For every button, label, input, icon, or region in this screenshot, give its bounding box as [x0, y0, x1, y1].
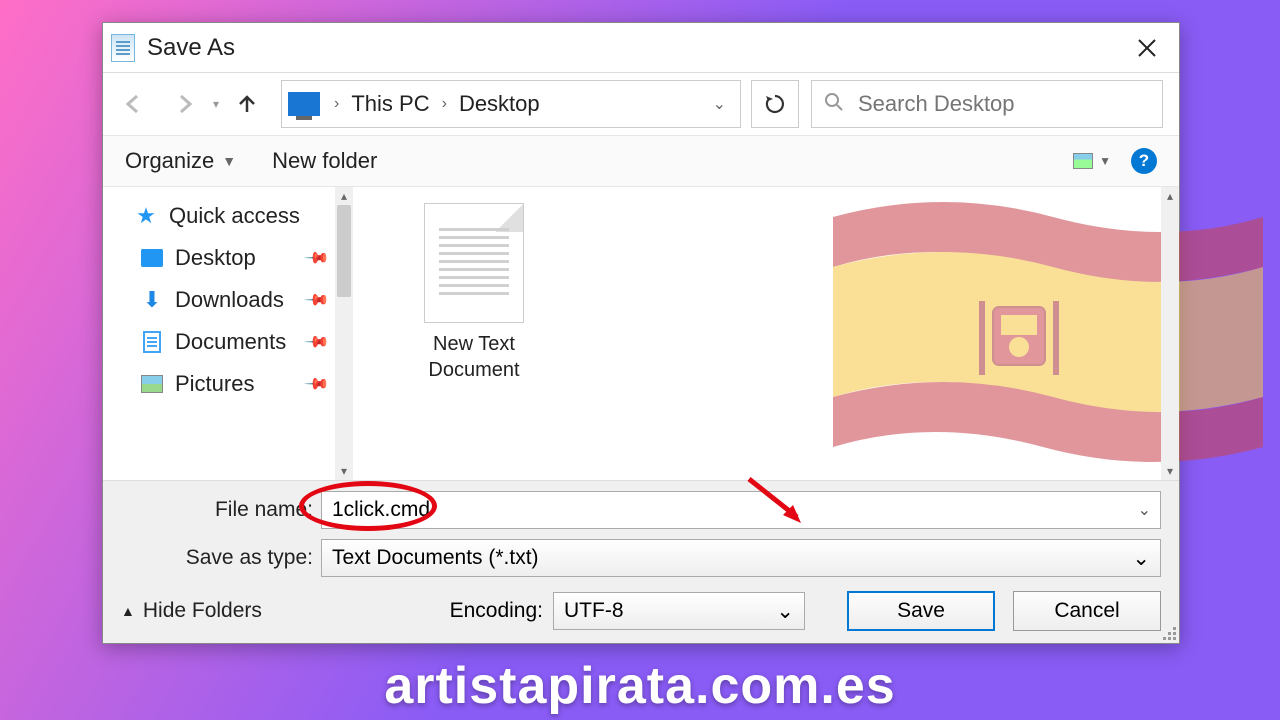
view-button[interactable]: ▼ [1073, 153, 1111, 169]
encoding-select[interactable]: UTF-8 ⌄ [553, 592, 805, 630]
arrow-up-icon [235, 92, 259, 116]
view-icon [1073, 153, 1093, 169]
forward-button[interactable] [161, 80, 209, 128]
sidebar-scrollbar[interactable]: ▴ ▾ [335, 187, 353, 480]
chevron-down-icon: ⌄ [776, 599, 794, 624]
documents-icon [141, 331, 163, 353]
refresh-button[interactable] [751, 80, 799, 128]
sidebar-item-downloads[interactable]: ⬇ Downloads 📌 [103, 279, 353, 321]
organize-button[interactable]: Organize▼ [125, 148, 236, 174]
breadcrumb[interactable]: › This PC › Desktop ⌄ [281, 80, 741, 128]
save-button[interactable]: Save [847, 591, 995, 631]
refresh-icon [764, 93, 786, 115]
notepad-icon [111, 34, 135, 62]
nav-row: ▾ › This PC › Desktop ⌄ [103, 73, 1179, 135]
chevron-down-icon: ▼ [1099, 154, 1111, 168]
sidebar: ★ Quick access Desktop 📌 ⬇ Downloads 📌 D… [103, 187, 353, 480]
arrow-right-icon [173, 92, 197, 116]
spain-flag-overlay [823, 177, 1273, 487]
toolbar: Organize▼ New folder ▼ ? [103, 135, 1179, 187]
chevron-down-icon[interactable]: ⌄ [699, 94, 740, 114]
save-as-dialog: Save As ▾ › This PC › Desktop ⌄ Organiz [102, 22, 1180, 644]
hide-folders-button[interactable]: ▲ Hide Folders [121, 599, 262, 623]
titlebar: Save As [103, 23, 1179, 73]
text-file-icon [424, 203, 524, 323]
up-button[interactable] [223, 80, 271, 128]
history-chevron-icon[interactable]: ▾ [213, 97, 219, 111]
pin-icon: 📌 [303, 328, 331, 356]
breadcrumb-root[interactable]: This PC [347, 91, 433, 117]
close-icon [1137, 38, 1157, 58]
dialog-title: Save As [147, 34, 235, 62]
chevron-down-icon: ⌄ [1132, 546, 1150, 571]
sidebar-item-desktop[interactable]: Desktop 📌 [103, 237, 353, 279]
pictures-icon [141, 373, 163, 395]
content-area: ★ Quick access Desktop 📌 ⬇ Downloads 📌 D… [103, 187, 1179, 480]
save-type-row: Save as type: Text Documents (*.txt) ⌄ [121, 539, 1161, 577]
breadcrumb-folder[interactable]: Desktop [455, 91, 544, 117]
chevron-up-icon: ▲ [121, 603, 135, 619]
pin-icon: 📌 [303, 370, 331, 398]
save-type-label: Save as type: [121, 546, 321, 570]
close-button[interactable] [1123, 24, 1171, 72]
back-button[interactable] [109, 80, 157, 128]
encoding-label: Encoding: [450, 599, 543, 623]
resize-grip[interactable] [1161, 625, 1177, 641]
file-name-input[interactable] [321, 491, 1161, 529]
chevron-down-icon: ▼ [222, 153, 236, 169]
scroll-down-icon[interactable]: ▾ [335, 462, 353, 480]
pin-icon: 📌 [303, 286, 331, 314]
new-folder-button[interactable]: New folder [272, 148, 377, 174]
file-item[interactable]: New Text Document [409, 203, 539, 383]
arrow-left-icon [121, 92, 145, 116]
scroll-up-icon[interactable]: ▴ [1161, 187, 1179, 205]
star-icon: ★ [135, 205, 157, 227]
help-button[interactable]: ? [1131, 148, 1157, 174]
pc-icon [288, 92, 320, 116]
download-icon: ⬇ [141, 289, 163, 311]
watermark-text: artistapirata.com.es [0, 656, 1280, 716]
save-type-select[interactable]: Text Documents (*.txt) ⌄ [321, 539, 1161, 577]
action-row: ▲ Hide Folders Encoding: UTF-8 ⌄ Save Ca… [121, 591, 1161, 631]
bottom-panel: File name: ⌄ Save as type: Text Document… [103, 480, 1179, 643]
scroll-up-icon[interactable]: ▴ [335, 187, 353, 205]
file-name-row: File name: ⌄ [121, 491, 1161, 529]
file-name-label: New Text Document [409, 331, 539, 383]
search-input[interactable] [858, 91, 1150, 117]
file-pane[interactable]: New Text Document ▴ ▾ [353, 187, 1179, 480]
help-icon: ? [1139, 151, 1149, 171]
search-icon [824, 92, 844, 117]
search-box[interactable] [811, 80, 1163, 128]
cancel-button[interactable]: Cancel [1013, 591, 1161, 631]
chevron-right-icon: › [326, 95, 347, 113]
sidebar-item-pictures[interactable]: Pictures 📌 [103, 363, 353, 405]
file-scrollbar[interactable]: ▴ ▾ [1161, 187, 1179, 480]
sidebar-quick-access[interactable]: ★ Quick access [103, 195, 353, 237]
file-name-label: File name: [121, 498, 321, 522]
chevron-right-icon: › [434, 95, 455, 113]
pin-icon: 📌 [303, 244, 331, 272]
sidebar-item-documents[interactable]: Documents 📌 [103, 321, 353, 363]
scroll-down-icon[interactable]: ▾ [1161, 462, 1179, 480]
desktop-icon [141, 247, 163, 269]
scroll-thumb[interactable] [337, 205, 351, 297]
